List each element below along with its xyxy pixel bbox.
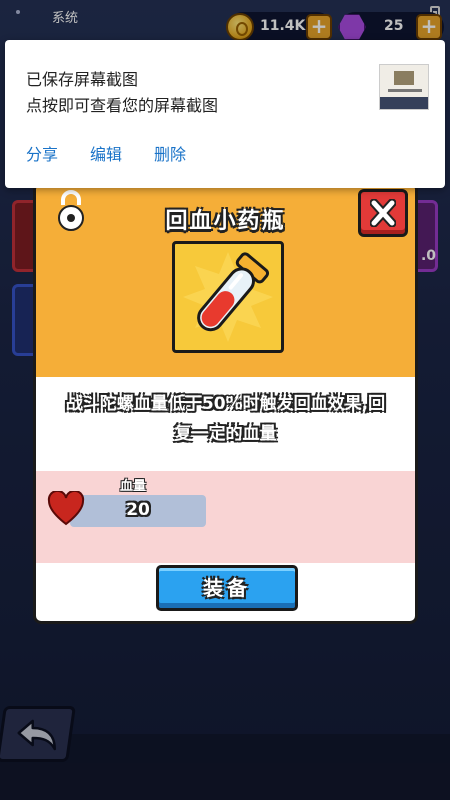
thumbnail-footer — [380, 97, 428, 109]
notification-title: 已保存屏幕截图 — [26, 70, 139, 89]
stat-panel: 血量 20 — [36, 471, 415, 563]
item-description: 战斗陀螺血量低于50%时触发回血效果,回复一定的血量 — [65, 394, 386, 444]
edit-button[interactable]: 编辑 — [90, 141, 122, 165]
screenshot-notification[interactable]: 已保存屏幕截图 点按即可查看您的屏幕截图 分享 编辑 删除 — [5, 40, 445, 188]
notification-subtitle: 点按即可查看您的屏幕截图 — [26, 96, 219, 115]
heart-icon — [47, 491, 85, 526]
close-icon — [370, 199, 396, 227]
stat-label: 血量 — [120, 479, 147, 494]
screenshot-thumbnail[interactable] — [379, 64, 429, 110]
share-button[interactable]: 分享 — [26, 141, 58, 165]
thumbnail-text — [388, 89, 422, 92]
potion-icon — [183, 252, 273, 342]
notification-actions: 分享 编辑 删除 — [26, 141, 218, 165]
item-detail-modal: 回血小药瓶 战斗陀螺血量低于50%时触发回血效果,回复一定的血量 血量 20 装… — [33, 182, 418, 624]
equip-button[interactable]: 装备 — [156, 565, 298, 611]
thumbnail-image — [394, 71, 414, 85]
delete-button[interactable]: 删除 — [154, 141, 186, 165]
close-button[interactable] — [358, 189, 408, 237]
stat-value: 20 — [126, 500, 150, 520]
item-image-frame — [172, 241, 284, 353]
